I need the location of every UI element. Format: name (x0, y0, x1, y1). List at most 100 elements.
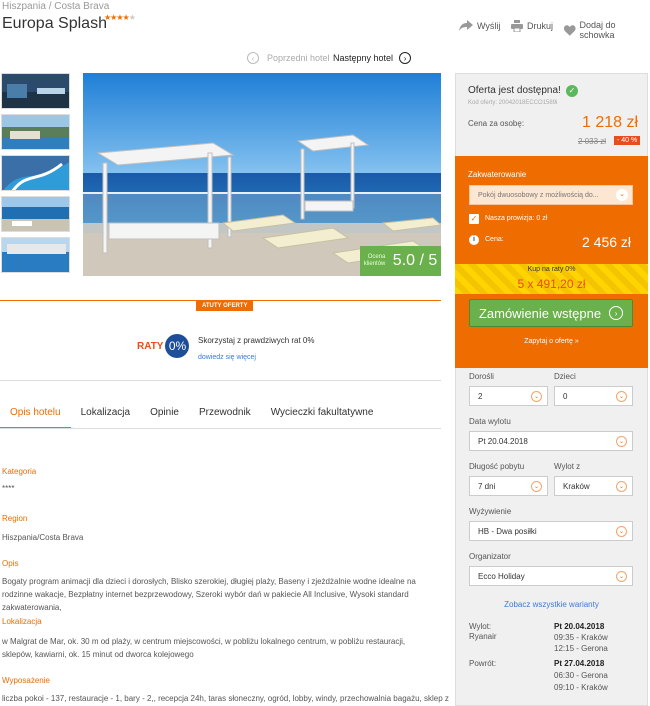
organizer-value: Ecco Holiday (478, 572, 525, 581)
organizer-label: Organizator (469, 552, 511, 561)
tab-opis-hotelu[interactable]: Opis hotelu (0, 401, 71, 429)
outbound-label: Wylot: (469, 622, 492, 631)
gallery-thumbnail[interactable] (1, 196, 70, 232)
departure-select[interactable]: Kraków ⌄ (554, 476, 633, 496)
offer-code: Kod oferty: 20042018ECCO1589i (468, 100, 558, 106)
customer-rating-badge: Ocena klientów 5.0 / 5 (360, 246, 441, 276)
star-rating: ★★★★★ (104, 13, 136, 22)
tab-opinie[interactable]: Opinie (140, 401, 189, 429)
rating-label-line1: Ocena (367, 254, 386, 260)
outbound-arr: 12:15 - Gerona (554, 644, 608, 653)
departure-label: Wylot z (554, 462, 581, 471)
tab-przewodnik[interactable]: Przewodnik (189, 401, 261, 429)
chevron-down-icon: ⌄ (616, 571, 627, 582)
length-label: Długość pobytu (469, 462, 525, 471)
board-label: Wyżywienie (469, 507, 512, 516)
return-arr: 09:10 - Kraków (554, 683, 608, 692)
raty-logo: RATY 0% (137, 334, 190, 358)
opis-text: Bogaty program animacji dla dzieci i dor… (2, 577, 416, 612)
return-date: Pt 27.04.2018 (554, 659, 605, 668)
page-title: Europa Splash (2, 15, 107, 32)
tab-lokalizacja[interactable]: Lokalizacja (71, 401, 140, 429)
gallery-thumbnail[interactable] (1, 73, 70, 109)
all-variants-link[interactable]: Zobacz wszystkie warianty (455, 600, 648, 609)
main-hotel-photo[interactable]: Ocena klientów 5.0 / 5 (83, 73, 441, 276)
chevron-down-icon: ⌄ (616, 436, 627, 447)
wyposazenie-heading: Wyposażenie (2, 676, 50, 685)
kategoria-heading: Kategoria (2, 467, 37, 476)
kategoria-value: **** (2, 484, 15, 493)
tab-wycieczki[interactable]: Wycieczki fakultatywne (261, 401, 384, 429)
order-button-label: Zamówienie wstępne (478, 305, 602, 321)
lokalizacja-text: w Malgrat de Mar, ok. 30 m od plaży, w c… (2, 637, 406, 659)
rating-label: Ocena klientów (364, 254, 386, 268)
tabs-divider (0, 428, 441, 429)
offer-status: Oferta jest dostępna! (468, 85, 561, 96)
length-value: 7 dni (478, 482, 496, 491)
order-button[interactable]: Zamówienie wstępne › (469, 299, 633, 327)
printer-icon (511, 20, 523, 32)
outbound-dep: 09:35 - Kraków (554, 633, 608, 642)
lokalizacja-heading: Lokalizacja (2, 617, 42, 626)
save-to-clipboard-button[interactable]: Dodaj do schowka (564, 20, 650, 40)
gallery-thumbnail[interactable] (1, 114, 70, 150)
children-select[interactable]: 0 ⌄ (554, 386, 633, 406)
raty-zero-badge: 0% (165, 334, 190, 358)
rating-value: 5.0 / 5 (392, 252, 438, 269)
prev-hotel-label: Poprzedni hotel (267, 53, 330, 63)
opis-heading: Opis (2, 559, 19, 568)
ask-about-offer-link[interactable]: Zapytaj o ofertę » (455, 338, 648, 345)
price-per-person-label: Cena za osobę: (468, 119, 525, 128)
raty-learn-more-link[interactable]: dowiedz się więcej (198, 354, 256, 361)
date-value: Pt 20.04.2018 (478, 437, 528, 446)
next-hotel-link[interactable]: Następny hotel › (333, 52, 412, 64)
breadcrumb[interactable]: Hiszpania / Costa Brava (2, 1, 109, 12)
board-select[interactable]: HB - Dwa posiłki ⌄ (469, 521, 633, 541)
adults-select[interactable]: 2 ⌄ (469, 386, 548, 406)
airline: Ryanair (469, 632, 497, 641)
length-select[interactable]: 7 dni ⌄ (469, 476, 548, 496)
installments-label: Kup na raty 0% (527, 266, 576, 273)
raty-logo-text: RATY (137, 340, 164, 352)
adults-label: Dorośli (469, 372, 494, 381)
region-value: Hiszpania/Costa Brava (2, 533, 84, 542)
old-price: 2 033 zł (578, 137, 607, 146)
heart-icon (564, 24, 576, 36)
prev-hotel-link[interactable]: ‹ Poprzedni hotel (247, 52, 330, 64)
commission-text: Nasza prowizja: 0 zł (485, 215, 548, 222)
share-label: Wyślij (477, 20, 501, 31)
share-icon (459, 20, 473, 31)
star-empty: ★ (128, 13, 136, 22)
hotel-tabs: Opis hotelu Lokalizacja Opinie Przewodni… (0, 401, 441, 429)
board-value: HB - Dwa posiłki (478, 527, 537, 536)
chevron-down-icon: ⌄ (616, 189, 628, 201)
outbound-date: Pt 20.04.2018 (554, 622, 605, 631)
chevron-down-icon: ⌄ (531, 481, 542, 492)
commission-checkbox[interactable]: ✓ (469, 214, 479, 224)
section-divider (0, 380, 441, 381)
chevron-down-icon: ⌄ (616, 391, 627, 402)
gallery-thumbnail[interactable] (1, 237, 70, 273)
info-icon[interactable]: i (469, 235, 479, 245)
region-heading: Region (2, 514, 28, 523)
children-value: 0 (563, 392, 568, 401)
children-label: Dzieci (554, 372, 576, 381)
departure-value: Kraków (563, 482, 590, 491)
gallery-thumbnail[interactable] (1, 155, 70, 191)
next-hotel-label: Następny hotel (333, 53, 394, 63)
price-label: Cena: (485, 236, 504, 243)
chevron-down-icon: ⌄ (616, 526, 627, 537)
check-icon: ✓ (566, 85, 578, 97)
share-button[interactable]: Wyślij (459, 20, 500, 31)
date-select[interactable]: Pt 20.04.2018 ⌄ (469, 431, 633, 451)
date-label: Data wylotu (469, 417, 511, 426)
print-button[interactable]: Drukuj (511, 20, 553, 32)
chevron-left-icon: ‹ (247, 52, 259, 64)
stars-filled: ★★★★ (104, 13, 130, 22)
chevron-down-icon: ⌄ (616, 481, 627, 492)
return-dep: 06:30 - Gerona (554, 671, 608, 680)
room-select[interactable]: Pokój dwuosobowy z możliwością do... ⌄ (469, 185, 633, 205)
return-label: Powrót: (469, 659, 497, 668)
organizer-select[interactable]: Ecco Holiday ⌄ (469, 566, 633, 586)
arrow-right-icon: › (609, 306, 624, 320)
